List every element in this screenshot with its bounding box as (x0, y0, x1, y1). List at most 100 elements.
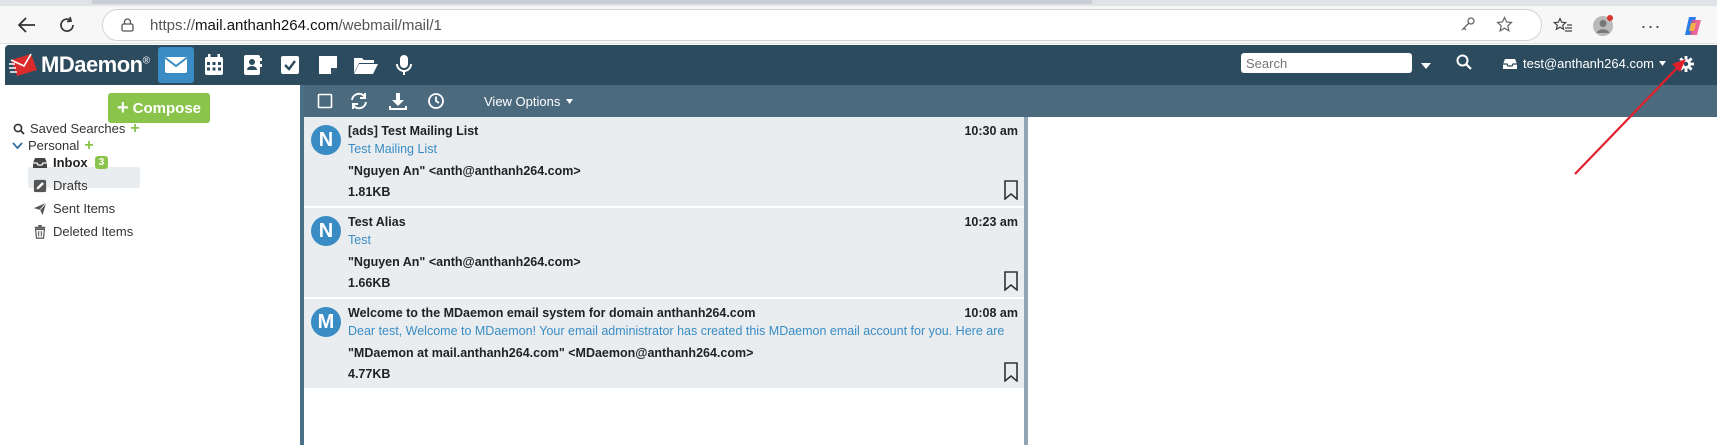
url-text: https://mail.anthanh264.com/webmail/mail… (150, 17, 442, 34)
inbox-icon (33, 157, 47, 168)
search-icon (1456, 54, 1472, 70)
pencil-icon (33, 179, 47, 192)
unread-count-badge: 3 (94, 156, 109, 169)
inbox-tray-icon (1503, 58, 1517, 69)
back-button[interactable] (12, 11, 42, 39)
mdaemon-logo[interactable]: MDaemon® (9, 51, 150, 79)
download-icon (389, 93, 407, 110)
compose-button[interactable]: + Compose (108, 93, 210, 123)
sidebar-item-inbox[interactable]: Inbox 3 (32, 155, 109, 170)
message-preview: Test Mailing List (348, 142, 437, 156)
personal-node[interactable]: Personal + (12, 137, 94, 153)
microphone-icon (396, 55, 412, 75)
mail-app-button[interactable] (158, 47, 194, 83)
address-bar[interactable]: https://mail.anthanh264.com/webmail/mail… (102, 9, 1542, 41)
envelope-icon (164, 57, 188, 73)
sent-items-label: Sent Items (53, 201, 116, 216)
search-button[interactable] (1456, 54, 1472, 73)
sidebar-item-drafts[interactable]: Drafts (32, 178, 88, 193)
message-subject: [ads] Test Mailing List (348, 124, 479, 138)
site-info-icon[interactable] (121, 18, 134, 32)
profile-avatar-icon (1593, 15, 1613, 36)
ellipsis-icon: ··· (1640, 15, 1662, 36)
folder-open-icon (354, 58, 378, 74)
checkbox-icon (317, 93, 333, 109)
contacts-app-button[interactable] (234, 47, 270, 83)
add-folder-icon[interactable]: + (84, 137, 93, 153)
saved-searches-node[interactable]: Saved Searches + (13, 120, 140, 136)
bookmark-icon[interactable] (1003, 180, 1019, 200)
paper-plane-icon (33, 202, 47, 215)
select-all-checkbox[interactable] (315, 91, 335, 111)
message-row[interactable]: M Welcome to the MDaemon email system fo… (304, 299, 1025, 389)
documents-app-button[interactable] (348, 47, 384, 83)
tasks-app-button[interactable] (272, 47, 308, 83)
calendar-icon (205, 54, 223, 75)
sender-avatar: N (311, 216, 341, 246)
arrow-left-icon (18, 17, 35, 33)
message-subject: Test Alias (348, 215, 406, 229)
view-options-label: View Options (484, 94, 561, 109)
copilot-icon (1685, 17, 1701, 35)
sidebar-item-deleted-items[interactable]: Deleted Items (32, 224, 133, 239)
favorites-list-icon (1553, 17, 1572, 32)
history-button[interactable] (426, 91, 446, 111)
logo-registered-mark: ® (142, 55, 150, 67)
notes-app-button[interactable] (310, 47, 346, 83)
search-input[interactable] (1241, 53, 1412, 73)
url-host: mail.anthanh264.com (195, 17, 339, 34)
message-time: 10:30 am (964, 124, 1018, 138)
copilot-button[interactable] (1680, 14, 1706, 38)
add-saved-search-icon[interactable]: + (130, 120, 139, 136)
inbox-label: Inbox (53, 155, 88, 170)
message-row[interactable]: N [ads] Test Mailing List 10:30 am Test … (304, 117, 1025, 207)
caret-down-icon (1421, 63, 1431, 69)
active-tab[interactable] (92, 0, 1092, 4)
logo-text: MDaemon® (41, 52, 150, 78)
message-row[interactable]: N Test Alias 10:23 am Test "Nguyen An" <… (304, 208, 1025, 298)
reload-icon (60, 16, 74, 32)
plus-icon: + (116, 97, 129, 119)
folder-sidebar: + Compose Saved Searches + Personal + In… (0, 85, 300, 445)
deleted-items-label: Deleted Items (53, 224, 134, 239)
bookmark-icon[interactable] (1003, 362, 1019, 382)
refresh-icon (351, 92, 367, 110)
message-subject: Welcome to the MDaemon email system for … (348, 306, 756, 320)
message-sender: "MDaemon at mail.anthanh264.com" <MDaemo… (348, 346, 754, 360)
message-list: N [ads] Test Mailing List 10:30 am Test … (304, 117, 1025, 445)
message-time: 10:23 am (964, 215, 1018, 229)
download-button[interactable] (388, 91, 408, 111)
personal-label: Personal (28, 138, 80, 153)
settings-button[interactable] (1678, 56, 1694, 75)
calendar-app-button[interactable] (196, 47, 232, 83)
account-email: test@anthanh264.com (1523, 56, 1655, 71)
chevron-down-icon[interactable] (12, 141, 23, 150)
voice-app-button[interactable] (386, 47, 422, 83)
message-size: 4.77KB (348, 367, 391, 381)
message-preview: Test (348, 233, 371, 247)
reload-button[interactable] (52, 11, 82, 39)
logo-name: MDaemon (41, 52, 143, 77)
clock-icon (428, 93, 444, 109)
search-icon (13, 123, 25, 135)
message-sender: "Nguyen An" <anth@anthanh264.com> (348, 255, 581, 269)
message-size: 1.66KB (348, 276, 391, 290)
search-scope-dropdown[interactable] (1420, 57, 1432, 73)
view-options-dropdown[interactable]: View Options (484, 94, 573, 109)
favorite-star-icon[interactable] (1494, 16, 1514, 36)
sidebar-item-sent-items[interactable]: Sent Items (32, 201, 115, 216)
refresh-button[interactable] (349, 91, 369, 111)
browser-toolbar: https://mail.anthanh264.com/webmail/mail… (0, 6, 1717, 44)
profile-button[interactable] (1590, 14, 1616, 38)
compose-label: Compose (132, 99, 202, 117)
message-sender: "Nguyen An" <anth@anthanh264.com> (348, 164, 581, 178)
contacts-icon (244, 55, 262, 75)
url-scheme: https:// (150, 17, 196, 34)
more-menu-button[interactable]: ··· (1638, 14, 1664, 38)
favorites-button[interactable] (1550, 14, 1576, 38)
account-menu[interactable]: test@anthanh264.com (1502, 56, 1667, 71)
bookmark-icon[interactable] (1003, 271, 1019, 291)
gear-icon (1678, 56, 1694, 72)
url-path: /webmail/mail/1 (338, 17, 442, 34)
password-key-icon[interactable] (1458, 16, 1478, 36)
